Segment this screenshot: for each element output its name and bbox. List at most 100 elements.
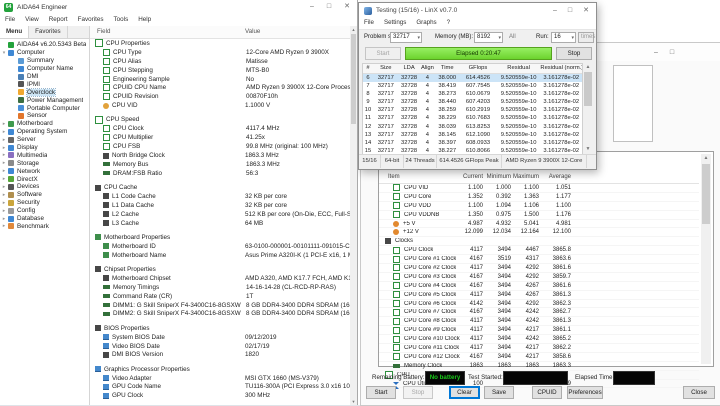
scroll-up-icon[interactable]: ▲ — [701, 154, 711, 163]
tree-item-software[interactable]: ▸Software — [0, 191, 89, 199]
field-row-gpu-code-name[interactable]: GPU Code NameTU116-300A (PCI Express 3.0… — [90, 383, 351, 392]
field-row-motherboard-name[interactable]: Motherboard NameAsus Prime A320I-K (1 PC… — [90, 251, 351, 260]
field-row-dram-fsb-ratio[interactable]: DRAM:FSB Ratio56:3 — [90, 169, 351, 178]
start-button[interactable]: Start — [366, 386, 396, 399]
tree-item-directx[interactable]: ▸DirectX — [0, 175, 89, 183]
tree-item-summary[interactable]: Summary — [0, 57, 89, 65]
sensor-row-cpu-core-10-clock[interactable]: CPU Core #10 Clock4117349442423865.2 — [379, 335, 699, 344]
field-row-cpu-vid[interactable]: CPU VID1.1000 V — [90, 101, 351, 110]
field-row-memory-bus[interactable]: Memory Bus1863.3 MHz — [90, 160, 351, 169]
tree-item-storage[interactable]: ▸Storage — [0, 159, 89, 167]
aida-menu-favorites[interactable]: Favorites — [73, 14, 109, 26]
tree-item-display[interactable]: ▸Display — [0, 144, 89, 152]
tree-expand-icon[interactable]: ▸ — [0, 137, 8, 143]
field-row-l1-data-cache[interactable]: L1 Data Cache32 KB per core — [90, 201, 351, 210]
minimize-icon[interactable]: – — [310, 3, 314, 11]
tree-expand-icon[interactable]: ▸ — [0, 208, 8, 214]
memory-select[interactable]: 8192▾ — [474, 32, 503, 43]
clear-button[interactable]: Clear — [449, 386, 480, 399]
tree-expand-icon[interactable]: ▸ — [0, 176, 8, 182]
aida-menu-tools[interactable]: Tools — [109, 14, 134, 26]
tree-item-motherboard[interactable]: ▸Motherboard — [0, 120, 89, 128]
sensor-row-cpu-core[interactable]: CPU Core1.3520.3921.3631.177 — [379, 193, 699, 202]
tree-expand-icon[interactable]: ▸ — [0, 192, 8, 198]
tree-expand-icon[interactable]: ▸ — [0, 168, 8, 174]
linx-start-button[interactable]: Start — [365, 47, 401, 60]
run-count-select[interactable]: 16▾ — [551, 32, 576, 43]
field-row-graphics-processor-properties[interactable]: Graphics Processor Properties — [90, 365, 351, 374]
column-header-lda[interactable]: LDA — [399, 64, 420, 73]
result-row-9[interactable]: 93271732728438.440607.42039.520559e-103.… — [363, 98, 582, 106]
tree-item-sensor[interactable]: Sensor — [0, 112, 89, 120]
sensor-row-cpu-vdd[interactable]: CPU VDD1.1001.0941.1061.100 — [379, 202, 699, 211]
tree-expand-icon[interactable]: ▸ — [0, 216, 8, 222]
result-row-11[interactable]: 113271732728438.229610.76839.520559e-103… — [363, 114, 582, 122]
scroll-up-icon[interactable]: ▲ — [350, 26, 357, 33]
sensor-row-clocks[interactable]: Clocks — [379, 237, 699, 246]
column-header-[interactable]: # — [363, 64, 373, 73]
tab-menu[interactable]: Menu — [0, 26, 29, 38]
result-row-7[interactable]: 73271732728438.419607.75459.520559e-103.… — [363, 82, 582, 90]
scroll-thumb[interactable] — [584, 72, 592, 106]
tree-expand-icon[interactable]: ▸ — [0, 223, 8, 229]
aida-menu-file[interactable]: File — [0, 14, 20, 26]
sensor-row-cpu-core-2-clock[interactable]: CPU Core #2 Clock4117349442923861.6 — [379, 264, 699, 273]
field-row-system-bios-date[interactable]: System BIOS Date09/12/2019 — [90, 333, 351, 342]
close-icon[interactable]: ✕ — [344, 3, 350, 11]
tree-item-benchmark[interactable]: ▸Benchmark — [0, 222, 89, 230]
scroll-down-icon[interactable]: ▼ — [350, 398, 357, 405]
field-row-l2-cache[interactable]: L2 Cache512 KB per core (On-Die, ECC, Fu… — [90, 210, 351, 219]
tree-item-config[interactable]: ▸Config — [0, 207, 89, 215]
field-row-cpu-alias[interactable]: CPU AliasMatisse — [90, 57, 351, 66]
result-row-14[interactable]: 143271732728438.397608.09339.520559e-103… — [363, 139, 582, 147]
field-row-dmi-bios-version[interactable]: DMI BIOS Version1820 — [90, 350, 351, 359]
maximize-icon[interactable]: □ — [327, 3, 331, 11]
field-row-command-rate-cr[interactable]: Command Rate (CR)1T — [90, 292, 351, 301]
aida-menu-report[interactable]: Report — [44, 14, 73, 26]
field-row-north-bridge-clock[interactable]: North Bridge Clock1863.3 MHz — [90, 151, 351, 160]
aida-menu-view[interactable]: View — [20, 14, 44, 26]
tree-item-power-management[interactable]: Power Management — [0, 96, 89, 104]
tree-expand-icon[interactable]: ▸ — [0, 200, 8, 206]
result-row-13[interactable]: 133271732728438.145612.10909.520559e-103… — [363, 131, 582, 139]
column-header-residual[interactable]: Residual — [497, 64, 541, 73]
field-row-cpu-clock[interactable]: CPU Clock4117.4 MHz — [90, 124, 351, 133]
result-row-6[interactable]: 63271732728438.000614.45269.520559e-103.… — [363, 74, 582, 82]
field-row-video-bios-date[interactable]: Video BIOS Date02/17/19 — [90, 342, 351, 351]
result-row-12[interactable]: 123271732728438.039613.82539.520559e-103… — [363, 123, 582, 131]
tree-item-ipmi[interactable]: IPMI — [0, 80, 89, 88]
tree-item-database[interactable]: ▸Database — [0, 215, 89, 223]
field-row-bios-properties[interactable]: BIOS Properties — [90, 324, 351, 333]
sensor-row-cpu-core-11-clock[interactable]: CPU Core #11 Clock4117349442173862.2 — [379, 344, 699, 353]
tree-item-computer[interactable]: ▾Computer — [0, 49, 89, 57]
field-row-l3-cache[interactable]: L3 Cache64 MB — [90, 219, 351, 228]
sensor-scrollbar[interactable]: ▲ — [701, 154, 711, 364]
field-row-motherboard-id[interactable]: Motherboard ID63-0100-000001-00101111-09… — [90, 242, 351, 251]
scroll-down-icon[interactable]: ▼ — [583, 145, 593, 153]
tree-expand-icon[interactable]: ▸ — [0, 152, 8, 158]
sensor-row-5-v[interactable]: +5 V4.9874.9325.0414.981 — [379, 220, 699, 229]
results-scrollbar[interactable]: ▲ ▼ — [583, 63, 593, 153]
scroll-thumb[interactable] — [351, 34, 356, 124]
minimize-icon[interactable]: – — [553, 7, 557, 15]
field-row-cpuid-revision[interactable]: CPUID Revision00870F10h — [90, 92, 351, 101]
field-row-cpuid-cpu-name[interactable]: CPUID CPU NameAMD Ryzen 9 3900X 12-Core … — [90, 83, 351, 92]
tree-item-computer-name[interactable]: Computer Name — [0, 65, 89, 73]
result-row-8[interactable]: 83271732728438.273610.06799.520559e-103.… — [363, 90, 582, 98]
column-header-time[interactable]: Time — [435, 64, 459, 73]
save-button[interactable]: Save — [484, 386, 514, 399]
stop-button[interactable]: Stop — [403, 386, 433, 399]
tree-expand-icon[interactable]: ▸ — [0, 129, 8, 135]
sensor-row-cpu-core-7-clock[interactable]: CPU Core #7 Clock4167349442423862.7 — [379, 308, 699, 317]
close-button[interactable]: Close — [683, 386, 715, 399]
tree-item-operating-system[interactable]: ▸Operating System — [0, 128, 89, 136]
tree-collapse-icon[interactable]: ▾ — [0, 50, 8, 56]
aida-menu-help[interactable]: Help — [133, 14, 156, 26]
field-row-cpu-properties[interactable]: CPU Properties — [90, 39, 351, 48]
tree-expand-icon[interactable]: ▸ — [0, 160, 8, 166]
tree-item-server[interactable]: ▸Server — [0, 136, 89, 144]
sensor-row-cpu-core-8-clock[interactable]: CPU Core #8 Clock4117349442423861.3 — [379, 317, 699, 326]
tree-expand-icon[interactable]: ▸ — [0, 121, 8, 127]
field-row-motherboard-properties[interactable]: Motherboard Properties — [90, 233, 351, 242]
close-icon[interactable]: ✕ — [583, 7, 589, 15]
